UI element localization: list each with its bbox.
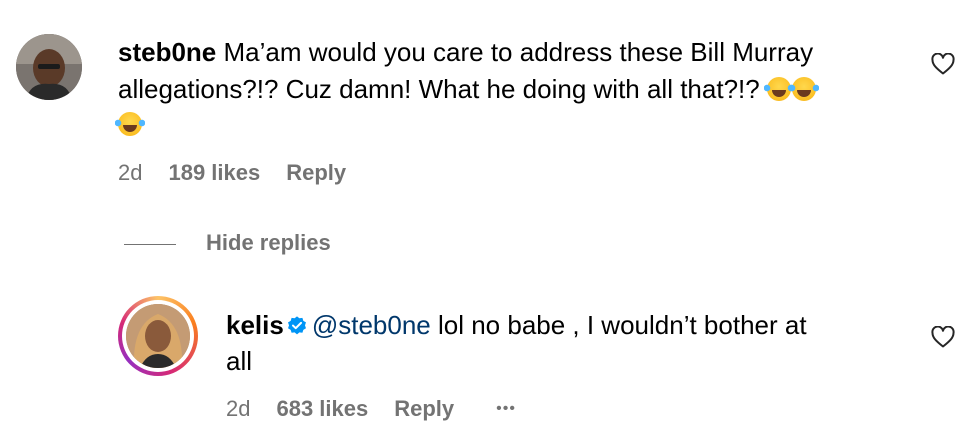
reply-text-line1: lol no babe , I wouldn’t bother at [430, 310, 807, 340]
comment-age: 2d [118, 160, 143, 185]
reply-body-line2: all [226, 343, 252, 380]
comment-body-line2: allegations?!? Cuz damn! What he doing w… [118, 71, 918, 108]
comment-meta: 2d 189 likes Reply [118, 160, 346, 186]
avatar[interactable] [16, 34, 82, 100]
more-options-icon[interactable]: ••• [496, 400, 516, 418]
hide-replies-divider [124, 244, 176, 245]
comment-username[interactable]: steb0ne [118, 37, 216, 67]
verified-badge-icon [287, 316, 306, 335]
comment-text-line1: Ma’am would you care to address these Bi… [223, 37, 814, 67]
laughing-emoji-icon [788, 77, 819, 101]
reply-text-line2: all [226, 346, 253, 376]
avatar-story-ring[interactable] [118, 296, 198, 376]
heart-icon[interactable] [931, 53, 955, 75]
laughing-emoji-icon [115, 112, 145, 136]
comment-body: steb0ne Ma’am would you care to address … [118, 34, 918, 71]
heart-icon[interactable] [931, 326, 955, 348]
reply-age: 2d [226, 396, 251, 421]
hide-replies-button[interactable]: Hide replies [206, 230, 331, 256]
like-count[interactable]: 683 likes [276, 396, 368, 422]
laughing-emoji-icon [763, 77, 794, 101]
like-count[interactable]: 189 likes [168, 160, 260, 186]
comment-text-line2: allegations?!? Cuz damn! What he doing w… [118, 74, 760, 104]
reply-button[interactable]: Reply [394, 396, 454, 422]
mention-link[interactable]: @steb0ne [312, 310, 431, 340]
reply-button[interactable]: Reply [286, 160, 346, 186]
avatar [126, 304, 190, 368]
reply-meta: 2d 683 likes Reply ••• [226, 396, 516, 422]
hide-replies-label[interactable]: Hide replies [206, 230, 331, 256]
comment-body-line3 [115, 106, 145, 143]
reply-body: kelis @steb0ne lol no babe , I wouldn’t … [226, 307, 926, 344]
reply-username[interactable]: kelis [226, 310, 284, 340]
